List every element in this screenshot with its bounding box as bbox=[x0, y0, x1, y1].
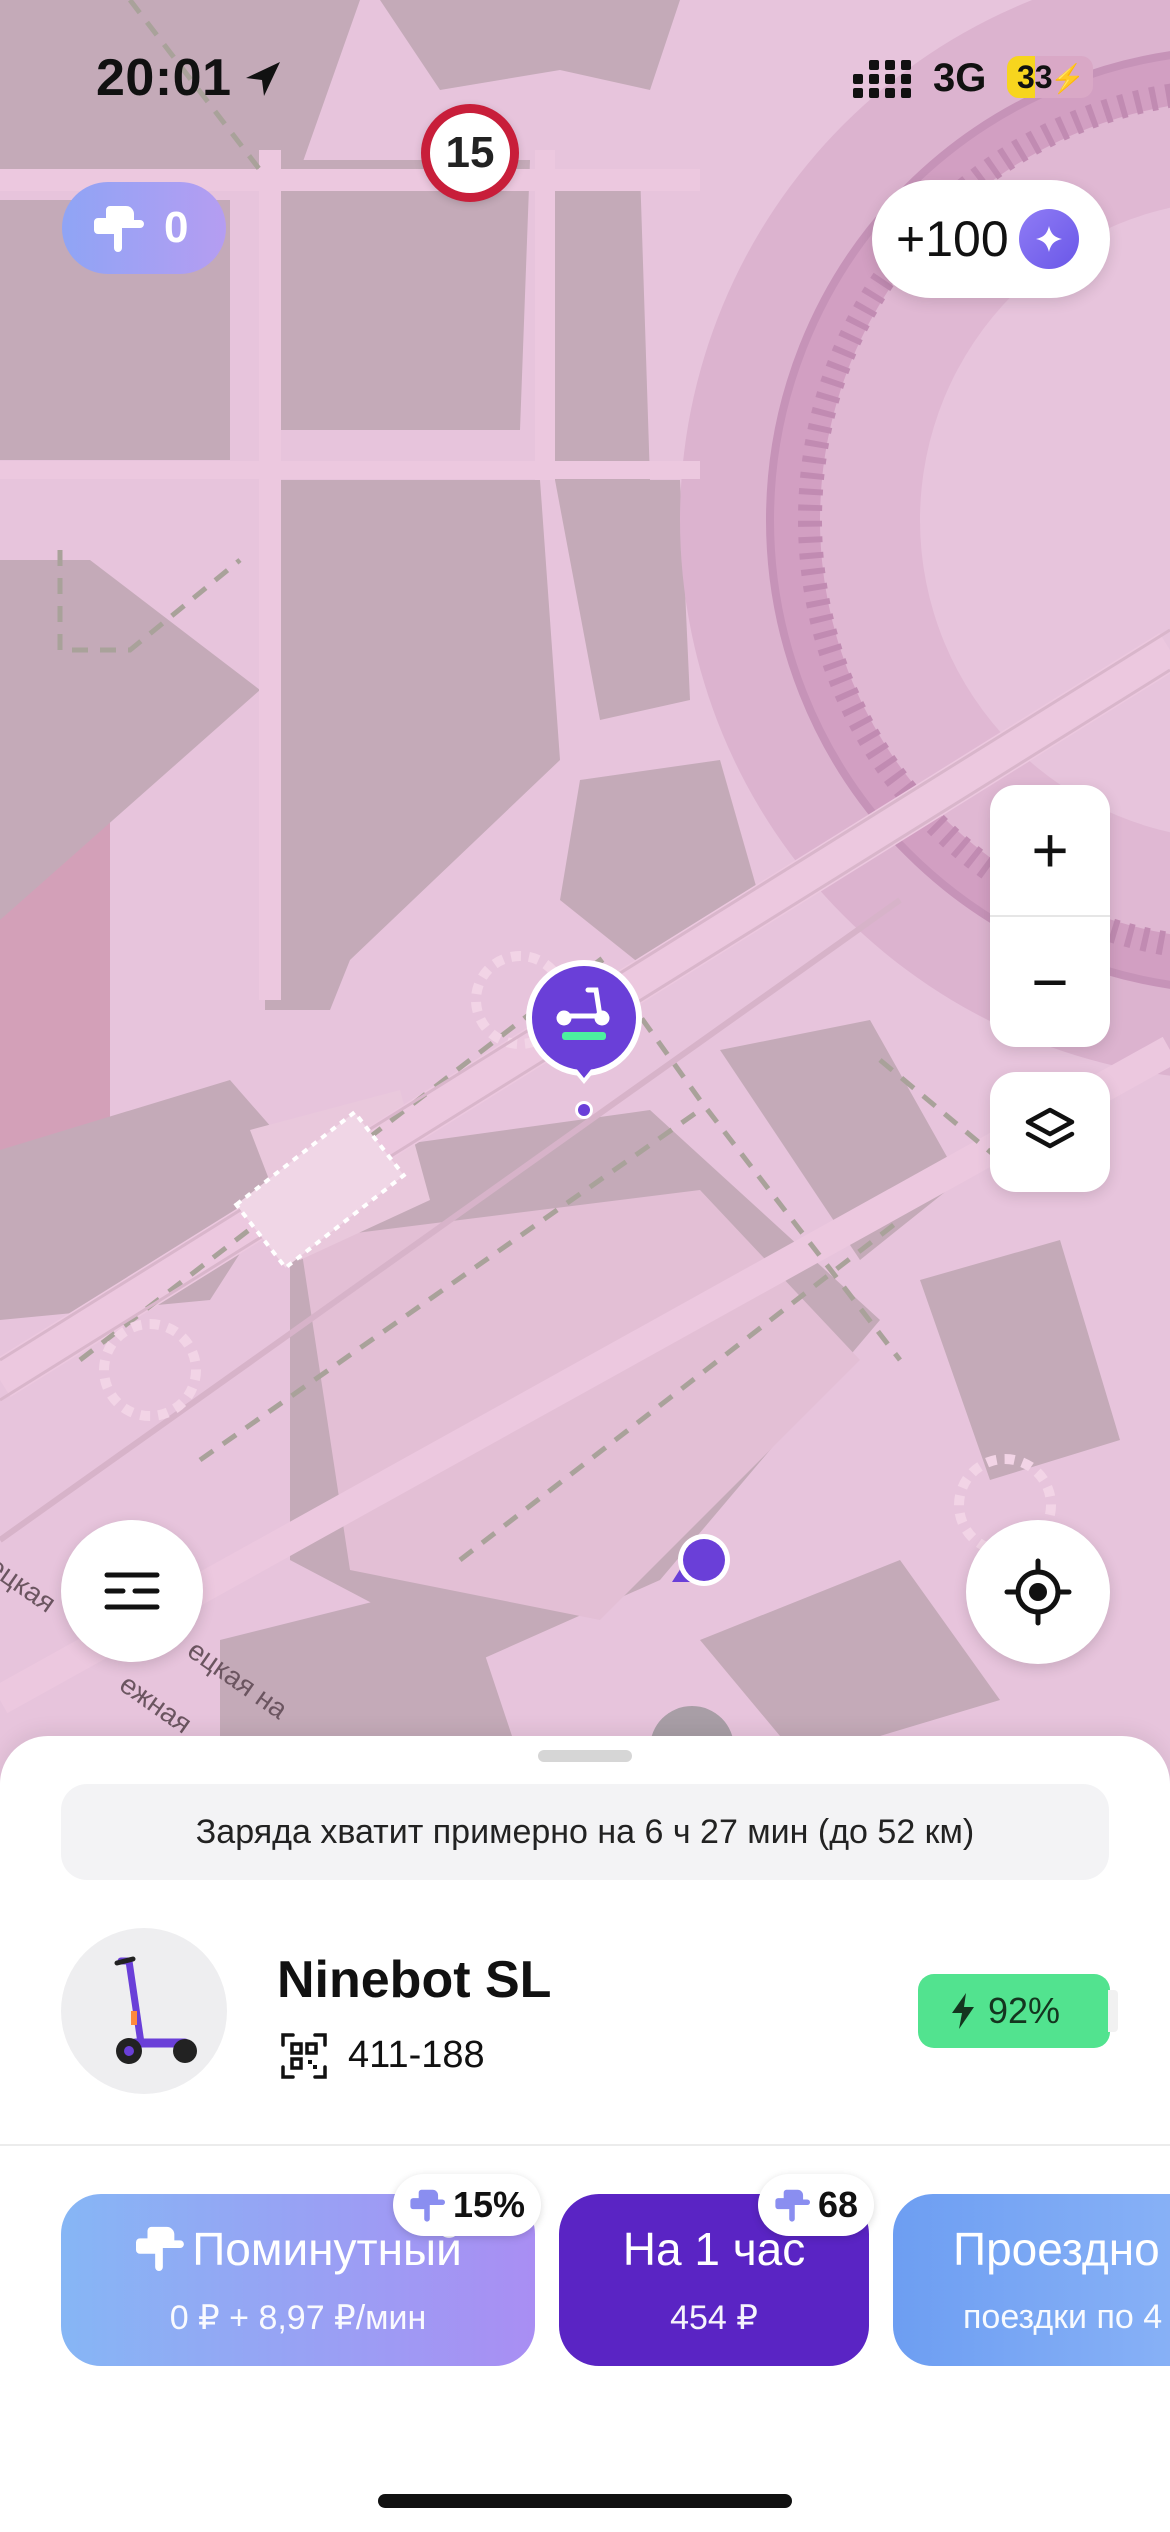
zoom-in-button[interactable]: + bbox=[990, 785, 1110, 915]
points-balance-value: 0 bbox=[164, 203, 189, 252]
zoom-out-button[interactable]: − bbox=[990, 917, 1110, 1047]
location-arrow-icon bbox=[246, 62, 280, 96]
sheet-divider bbox=[0, 2144, 1170, 2146]
status-time: 20:01 bbox=[96, 49, 232, 107]
home-indicator bbox=[378, 2494, 792, 2508]
speed-limit-value: 15 bbox=[445, 128, 495, 177]
battery-icon: 33 ⚡ bbox=[1007, 56, 1093, 98]
status-bar: 20:01 3G 33 ⚡ bbox=[0, 0, 1170, 150]
lightning-icon bbox=[952, 1993, 974, 2029]
filter-sliders-icon bbox=[104, 1572, 160, 1610]
crosshair-icon bbox=[1004, 1558, 1072, 1626]
tariff-price: 0 ₽ + 8,97 ₽/мин bbox=[169, 2299, 427, 2337]
plus-points-icon bbox=[136, 2226, 185, 2271]
plus-points-icon bbox=[775, 2189, 810, 2222]
user-location-marker bbox=[672, 1534, 730, 1586]
filter-button[interactable] bbox=[61, 1520, 203, 1662]
tariff-discount-badge: 15% bbox=[393, 2174, 542, 2236]
bonus-diamond-icon bbox=[1018, 209, 1079, 269]
points-balance-button[interactable]: 0 bbox=[62, 182, 226, 274]
network-type: 3G bbox=[933, 56, 987, 100]
charge-level-badge: 92% bbox=[918, 1974, 1118, 2048]
scooter-map-pin[interactable] bbox=[524, 960, 644, 1120]
discount-value: 15% bbox=[453, 2184, 526, 2225]
battery-percent: 33 bbox=[1017, 59, 1053, 95]
plus-points-icon bbox=[94, 206, 144, 252]
tariff-title: Проездно bbox=[953, 2223, 1160, 2275]
my-location-button[interactable] bbox=[966, 1520, 1110, 1664]
map-layers-button[interactable] bbox=[990, 1072, 1110, 1192]
battery-cap bbox=[1108, 1990, 1118, 2032]
bonus-value: +100 bbox=[896, 211, 1009, 267]
tariff-price: 454 ₽ bbox=[670, 2299, 758, 2337]
charge-level-value: 92% bbox=[988, 1990, 1061, 2031]
range-estimate-banner: Заряда хватит примерно на 6 ч 27 мин (до… bbox=[61, 1784, 1109, 1880]
cellular-signal-icon bbox=[853, 60, 911, 98]
charging-bolt-icon: ⚡ bbox=[1050, 63, 1085, 94]
tariff-pass[interactable]: Проездно поездки по 4 bbox=[893, 2194, 1170, 2366]
plus-points-icon bbox=[410, 2189, 445, 2222]
scooter-image bbox=[61, 1928, 227, 2094]
points-value: 68 bbox=[818, 2184, 859, 2225]
tariff-points-badge: 68 bbox=[758, 2174, 875, 2236]
speed-limit-sign: 15 bbox=[421, 104, 519, 202]
qr-code-icon bbox=[281, 2033, 327, 2079]
bonus-button[interactable]: +100 bbox=[872, 180, 1110, 298]
scooter-id: 411-188 bbox=[348, 2034, 485, 2076]
tariff-price: поездки по 4 bbox=[963, 2298, 1163, 2336]
scooter-model: Ninebot SL bbox=[277, 1951, 552, 2009]
layers-icon bbox=[1025, 1107, 1075, 1149]
sheet-grabber[interactable] bbox=[538, 1750, 632, 1762]
zoom-control: + − bbox=[990, 785, 1110, 1047]
scooter-bottom-sheet: Заряда хватит примерно на 6 ч 27 мин (до… bbox=[0, 1736, 1170, 2532]
